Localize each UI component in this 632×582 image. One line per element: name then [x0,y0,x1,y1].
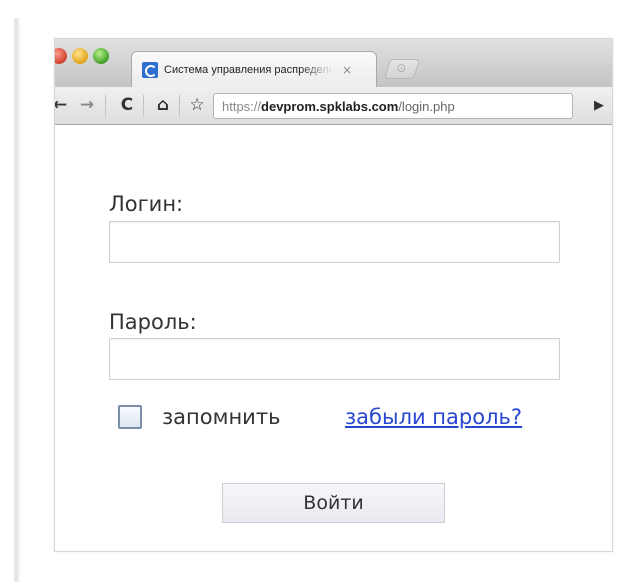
browser-toolbar: ← → C ⌂ ☆ https:// devprom.spklabs.com /… [55,87,612,125]
login-label: Логин: [109,192,184,216]
favicon-icon [142,61,158,78]
toolbar-separator [143,95,144,117]
password-input[interactable] [110,339,559,379]
zoom-window-icon[interactable] [93,48,109,64]
tab-close-icon[interactable]: × [342,64,352,76]
password-label: Пароль: [109,310,197,334]
url-path: /login.php [398,98,455,114]
left-border [14,18,20,582]
minimize-window-icon[interactable] [72,48,88,64]
password-field-frame [109,338,560,380]
remember-checkbox[interactable] [118,405,142,429]
login-input[interactable] [110,222,559,262]
browser-window: Система управления распределенными проек… [54,38,613,552]
url-scheme: https:// [222,98,262,114]
toolbar-separator [105,95,106,117]
forward-icon[interactable]: → [75,91,99,119]
address-bar[interactable]: https:// devprom.spklabs.com /login.php [213,93,573,119]
back-icon[interactable]: ← [55,91,71,119]
tab-strip: Система управления распределенными проек… [55,39,612,87]
login-field-frame [109,221,560,263]
login-button[interactable]: Войти [222,483,445,523]
remember-label: запомнить [162,405,281,429]
go-icon[interactable]: ▶ [589,91,609,119]
home-icon[interactable]: ⌂ [151,91,175,119]
toolbar-separator [179,95,180,117]
reload-icon[interactable]: C [115,91,139,119]
forgot-password-link[interactable]: забыли пароль? [345,405,522,429]
login-page: Логин: Пароль: запомнить забыли пароль? … [55,126,612,551]
star-icon[interactable]: ☆ [185,91,209,119]
tab-title: Система управления распределенными проек… [164,63,334,76]
close-window-icon[interactable] [55,48,67,64]
active-tab[interactable]: Система управления распределенными проек… [131,51,377,87]
new-tab-button[interactable] [383,59,421,79]
url-host: devprom.spklabs.com [261,98,399,114]
